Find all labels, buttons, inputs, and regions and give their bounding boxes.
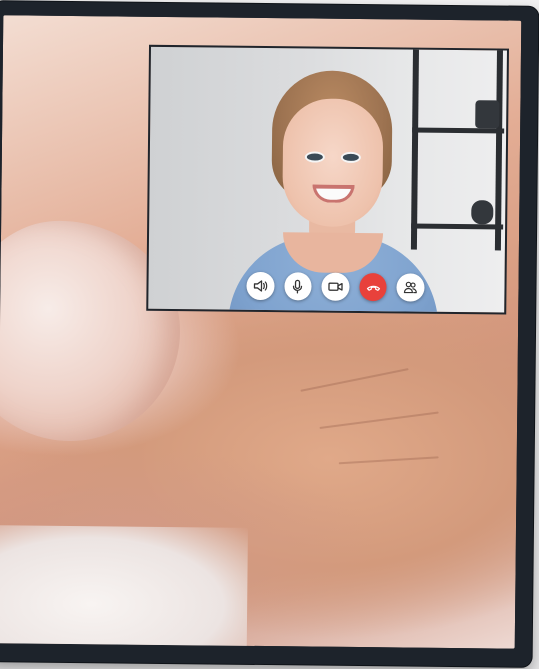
participants-button[interactable] bbox=[396, 273, 425, 302]
speaker-icon bbox=[253, 280, 268, 292]
participant-smile bbox=[312, 184, 355, 203]
call-controls-bar bbox=[246, 270, 425, 304]
finger-crease bbox=[338, 456, 439, 465]
finger-crease bbox=[319, 411, 439, 429]
video-camera-icon bbox=[328, 282, 343, 291]
monitor-screen bbox=[0, 15, 522, 649]
sleeve-fabric bbox=[0, 525, 248, 649]
participants-icon bbox=[404, 281, 418, 294]
shelf-post bbox=[494, 50, 503, 251]
right-eye bbox=[342, 153, 359, 161]
finger-crease bbox=[300, 368, 409, 392]
participant-face bbox=[282, 98, 384, 228]
monitor-bezel bbox=[0, 1, 539, 667]
speaker-button[interactable] bbox=[246, 271, 275, 301]
video-call-window[interactable] bbox=[146, 44, 510, 315]
end-call-button[interactable] bbox=[359, 273, 388, 302]
microphone-icon bbox=[293, 279, 303, 294]
hang-up-icon bbox=[366, 285, 380, 291]
left-eye bbox=[306, 153, 323, 161]
camera-button[interactable] bbox=[321, 272, 350, 301]
microphone-button[interactable] bbox=[283, 272, 312, 301]
